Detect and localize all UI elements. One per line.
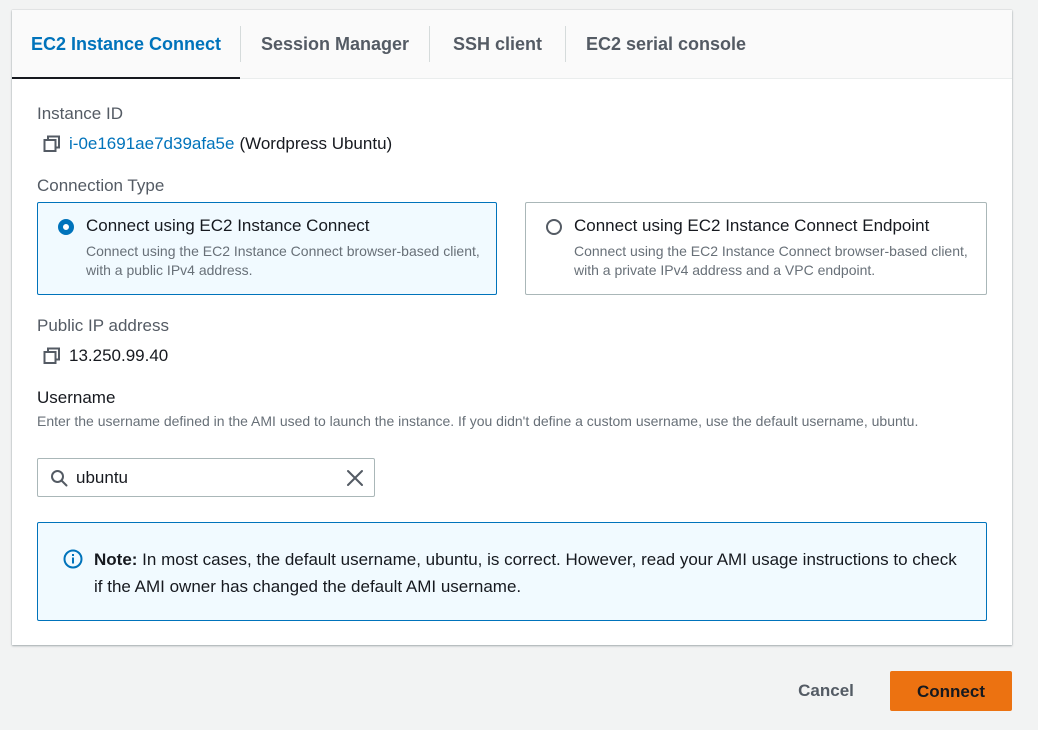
connection-type-label: Connection Type [37,176,165,195]
alert-body: In most cases, the default username, ubu… [94,550,957,596]
radio-button-selected[interactable] [58,219,74,235]
tab-ssh-client[interactable]: SSH client [430,10,565,78]
username-input[interactable] [76,465,326,490]
tab-bar: EC2 Instance Connect Session Manager SSH… [12,10,1012,79]
alert-message: Note: In most cases, the default usernam… [94,546,964,600]
public-ip-row: 13.250.99.40 [43,346,168,366]
instance-name: (Wordpress Ubuntu) [239,134,393,153]
tab-ec2-serial-console[interactable]: EC2 serial console [566,10,766,78]
connection-option-description: Connect using the EC2 Instance Connect b… [574,243,968,278]
username-description: Enter the username defined in the AMI us… [37,413,919,429]
username-field[interactable] [37,458,375,497]
connection-option-instance-connect[interactable]: Connect using EC2 Instance Connect Conne… [37,202,497,295]
connect-to-instance-panel: EC2 Instance Connect Session Manager SSH… [12,10,1012,645]
instance-id-label: Instance ID [37,104,123,123]
username-label: Username [37,388,116,407]
tab-session-manager[interactable]: Session Manager [241,10,429,78]
public-ip-value: 13.250.99.40 [69,346,169,365]
copy-icon[interactable] [43,135,61,153]
search-icon [51,470,68,487]
instance-id-row: i-0e1691ae7d39afa5e (Wordpress Ubuntu) [43,134,392,154]
info-icon [63,549,83,569]
public-ip-label: Public IP address [37,316,169,335]
radio-button[interactable] [546,219,562,235]
connection-option-instance-connect-endpoint[interactable]: Connect using EC2 Instance Connect Endpo… [525,202,987,295]
info-alert: Note: In most cases, the default usernam… [37,522,987,621]
connection-option-title: Connect using EC2 Instance Connect Endpo… [574,216,930,235]
instance-id-link[interactable]: i-0e1691ae7d39afa5e [69,134,234,154]
alert-prefix: Note: [94,550,138,569]
cancel-button[interactable]: Cancel [786,671,866,711]
close-icon[interactable] [346,469,364,487]
connection-option-description: Connect using the EC2 Instance Connect b… [86,243,480,278]
connection-option-title: Connect using EC2 Instance Connect [86,216,370,235]
connect-button[interactable]: Connect [890,671,1012,711]
tab-ec2-instance-connect[interactable]: EC2 Instance Connect [12,10,240,79]
copy-icon[interactable] [43,347,61,365]
